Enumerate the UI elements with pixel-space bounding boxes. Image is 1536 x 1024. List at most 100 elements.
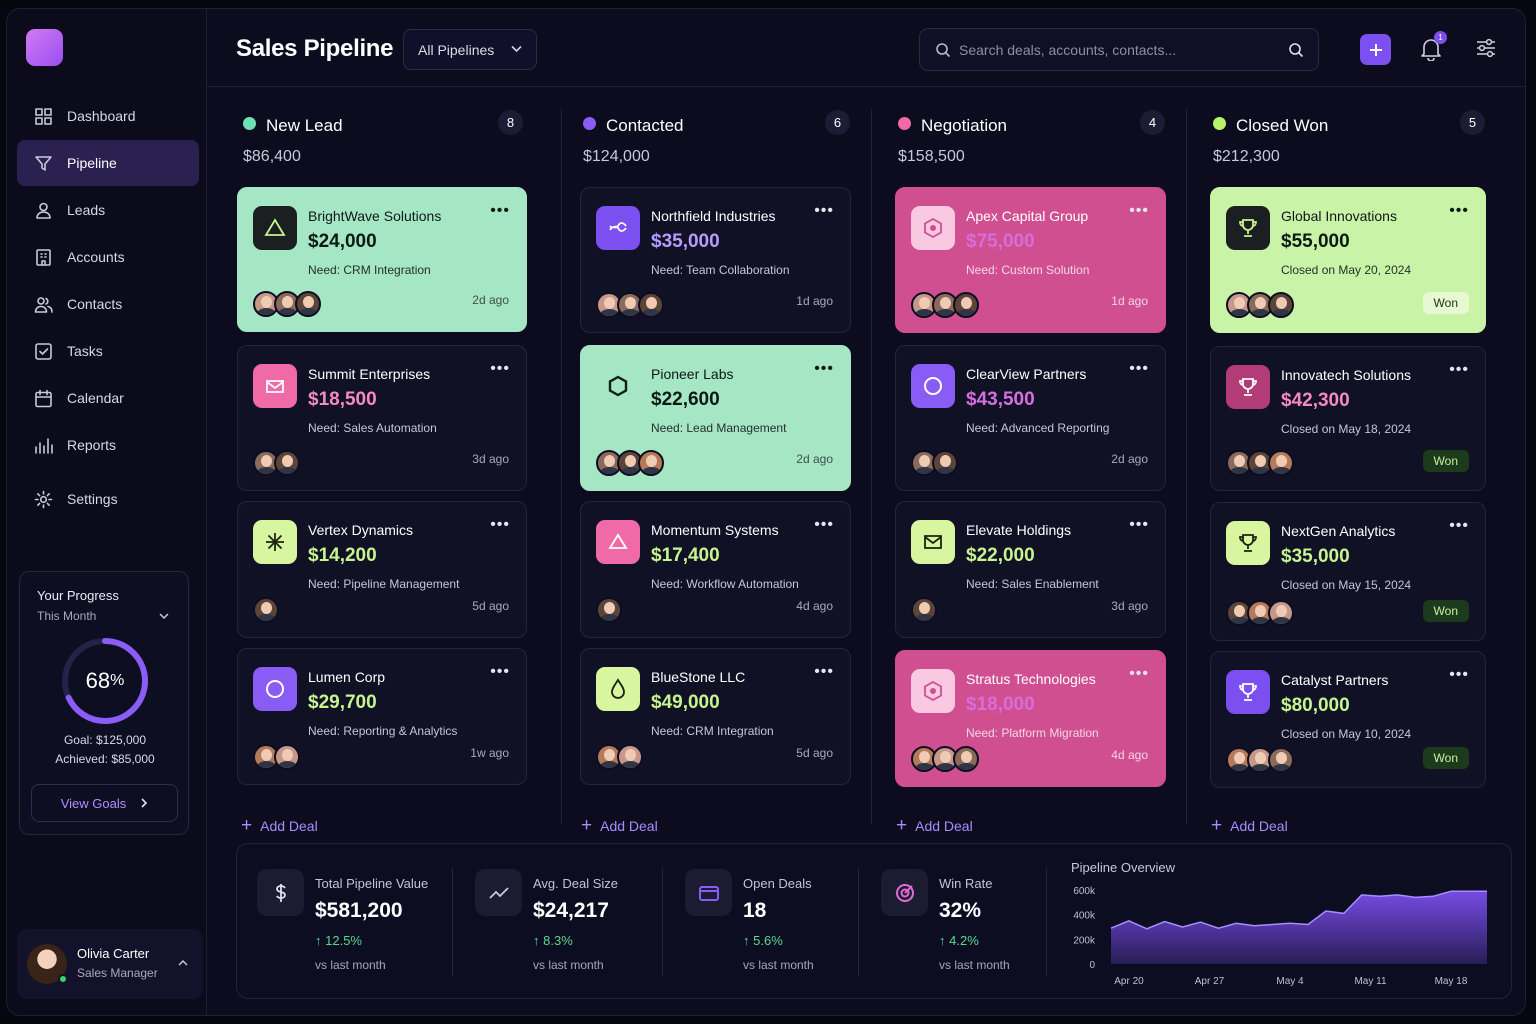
search-input[interactable]	[959, 40, 1279, 60]
more-options-icon[interactable]: •••	[490, 516, 510, 534]
stat-value: $24,217	[533, 899, 609, 922]
column-title: Negotiation	[921, 116, 1008, 135]
sidebar-item-calendar[interactable]: Calendar	[17, 375, 199, 421]
sparkle-icon	[266, 533, 284, 551]
deal-card[interactable]: Stratus Technologies $18,000 Need: Platfor…	[895, 650, 1166, 787]
more-options-icon[interactable]: •••	[814, 360, 834, 378]
add-button[interactable]	[1360, 34, 1391, 65]
deal-avatars	[911, 597, 937, 623]
sidebar-item-label: Contacts	[67, 296, 123, 312]
chevron-down-icon[interactable]	[158, 610, 170, 622]
more-options-icon[interactable]: •••	[490, 202, 510, 220]
status-badge: Won	[1422, 450, 1469, 472]
more-options-icon[interactable]: •••	[1129, 202, 1149, 220]
deal-age: 1w ago	[470, 746, 509, 760]
sidebar-item-label: Reports	[67, 437, 117, 453]
deal-card[interactable]: Global Innovations $55,000 Closed on May 2…	[1210, 187, 1486, 333]
stat-total-pipeline-value: Total Pipeline Value $581,200 ↑ 12.5% vs la…	[237, 844, 453, 1000]
deal-card[interactable]: NextGen Analytics $35,000 Closed on May 15…	[1210, 502, 1486, 641]
deal-card[interactable]: ClearView Partners $43,500 Need: Advanced …	[895, 345, 1166, 491]
deal-age: 3d ago	[1111, 599, 1148, 613]
deal-card[interactable]: Momentum Systems $17,400 Need: Workflow Au…	[580, 501, 851, 638]
stat-label: Total Pipeline Value	[315, 876, 429, 891]
filter-sliders-icon[interactable]	[1475, 38, 1497, 58]
deal-card[interactable]: Apex Capital Group $75,000 Need: Custom So…	[895, 187, 1166, 333]
deal-avatars	[1226, 747, 1294, 773]
more-options-icon[interactable]: •••	[814, 663, 834, 681]
progress-card: Your Progress This Month 68% Goal: $125,…	[19, 571, 189, 835]
y-tick-label: 600k	[1073, 886, 1096, 897]
sidebar-item-accounts[interactable]: Accounts	[17, 234, 199, 280]
company-logo	[253, 520, 297, 564]
triangle-icon	[608, 533, 628, 549]
add-deal-button[interactable]: + Add Deal	[1211, 815, 1288, 837]
grid-icon	[35, 107, 52, 125]
mail-icon	[266, 380, 284, 393]
y-tick-label: 400k	[1073, 911, 1096, 922]
more-options-icon[interactable]: •••	[1129, 665, 1149, 683]
deal-value: $22,000	[966, 545, 1035, 566]
sidebar-item-pipeline[interactable]: Pipeline	[17, 140, 199, 186]
circle-icon	[924, 377, 942, 395]
add-deal-button[interactable]: + Add Deal	[241, 815, 318, 837]
deal-card[interactable]: Catalyst Partners $80,000 Closed on May 10…	[1210, 651, 1486, 788]
deal-company: Lumen Corp	[308, 669, 386, 685]
user-profile[interactable]: Olivia Carter Sales Manager	[17, 929, 203, 999]
avatar	[617, 744, 643, 770]
deal-card[interactable]: BlueStone LLC $49,000 Need: CRM Integratio…	[580, 648, 851, 785]
add-deal-button[interactable]: + Add Deal	[581, 815, 658, 837]
trophy-icon	[1239, 219, 1257, 237]
sidebar-item-leads[interactable]: Leads	[17, 187, 199, 233]
company-logo	[911, 206, 955, 250]
deal-age: 1d ago	[1111, 294, 1148, 308]
more-options-icon[interactable]: •••	[1449, 517, 1469, 535]
deal-card[interactable]: Lumen Corp $29,700 Need: Reporting & Analy…	[237, 648, 527, 785]
deal-card[interactable]: BrightWave Solutions $24,000 Need: CRM Int…	[237, 187, 527, 332]
deal-avatars	[253, 744, 300, 770]
deal-age: 2d ago	[796, 452, 833, 466]
more-options-icon[interactable]: •••	[1129, 360, 1149, 378]
sidebar-item-settings[interactable]: Settings	[17, 476, 199, 522]
sidebar-item-reports[interactable]: Reports	[17, 422, 199, 468]
chevron-up-icon[interactable]	[177, 957, 189, 969]
sidebar-item-label: Dashboard	[67, 108, 136, 124]
deal-card[interactable]: Innovatech Solutions $42,300 Closed on May…	[1210, 346, 1486, 491]
deal-company: ClearView Partners	[966, 366, 1087, 382]
sidebar-item-contacts[interactable]: Contacts	[17, 281, 199, 327]
more-options-icon[interactable]: •••	[490, 360, 510, 378]
add-deal-button[interactable]: + Add Deal	[896, 815, 973, 837]
sidebar-item-dashboard[interactable]: Dashboard	[17, 93, 199, 139]
avatar	[953, 746, 979, 772]
pipeline-select[interactable]: All Pipelines	[403, 29, 537, 70]
x-tick-label: Apr 20	[1114, 976, 1144, 987]
deal-card[interactable]: Elevate Holdings $22,000 Need: Sales Enabl…	[895, 501, 1166, 638]
deal-avatars	[253, 597, 279, 623]
more-options-icon[interactable]: •••	[814, 202, 834, 220]
sidebar-item-label: Pipeline	[67, 155, 117, 171]
deal-note: Need: Lead Management	[651, 421, 787, 435]
more-options-icon[interactable]: •••	[490, 663, 510, 681]
more-options-icon[interactable]: •••	[1449, 666, 1469, 684]
company-logo	[911, 669, 955, 713]
deal-company: BrightWave Solutions	[308, 208, 442, 224]
app-logo[interactable]	[26, 29, 63, 66]
more-options-icon[interactable]: •••	[1129, 516, 1149, 534]
sidebar-item-label: Tasks	[67, 343, 103, 359]
more-options-icon[interactable]: •••	[814, 516, 834, 534]
stat-icon-box	[475, 869, 522, 916]
deal-card[interactable]: Vertex Dynamics $14,200 Need: Pipeline Man…	[237, 501, 527, 638]
deal-card[interactable]: Pioneer Labs $22,600 Need: Lead Management…	[580, 345, 851, 491]
deal-value: $18,000	[966, 694, 1035, 715]
deal-card[interactable]: Northfield Industries $35,000 Need: Team C…	[580, 187, 851, 333]
sidebar-item-tasks[interactable]: Tasks	[17, 328, 199, 374]
plus-icon	[1369, 43, 1382, 56]
trophy-icon	[1239, 683, 1257, 701]
search-submit-icon[interactable]	[1288, 42, 1304, 58]
more-options-icon[interactable]: •••	[1449, 202, 1469, 220]
user-icon	[36, 202, 51, 219]
view-goals-button[interactable]: View Goals	[31, 784, 178, 822]
deal-note: Need: CRM Integration	[308, 263, 431, 277]
more-options-icon[interactable]: •••	[1449, 361, 1469, 379]
deal-card[interactable]: Summit Enterprises $18,500 Need: Sales Aut…	[237, 345, 527, 491]
stat-change: ↑ 4.2%	[939, 933, 979, 948]
